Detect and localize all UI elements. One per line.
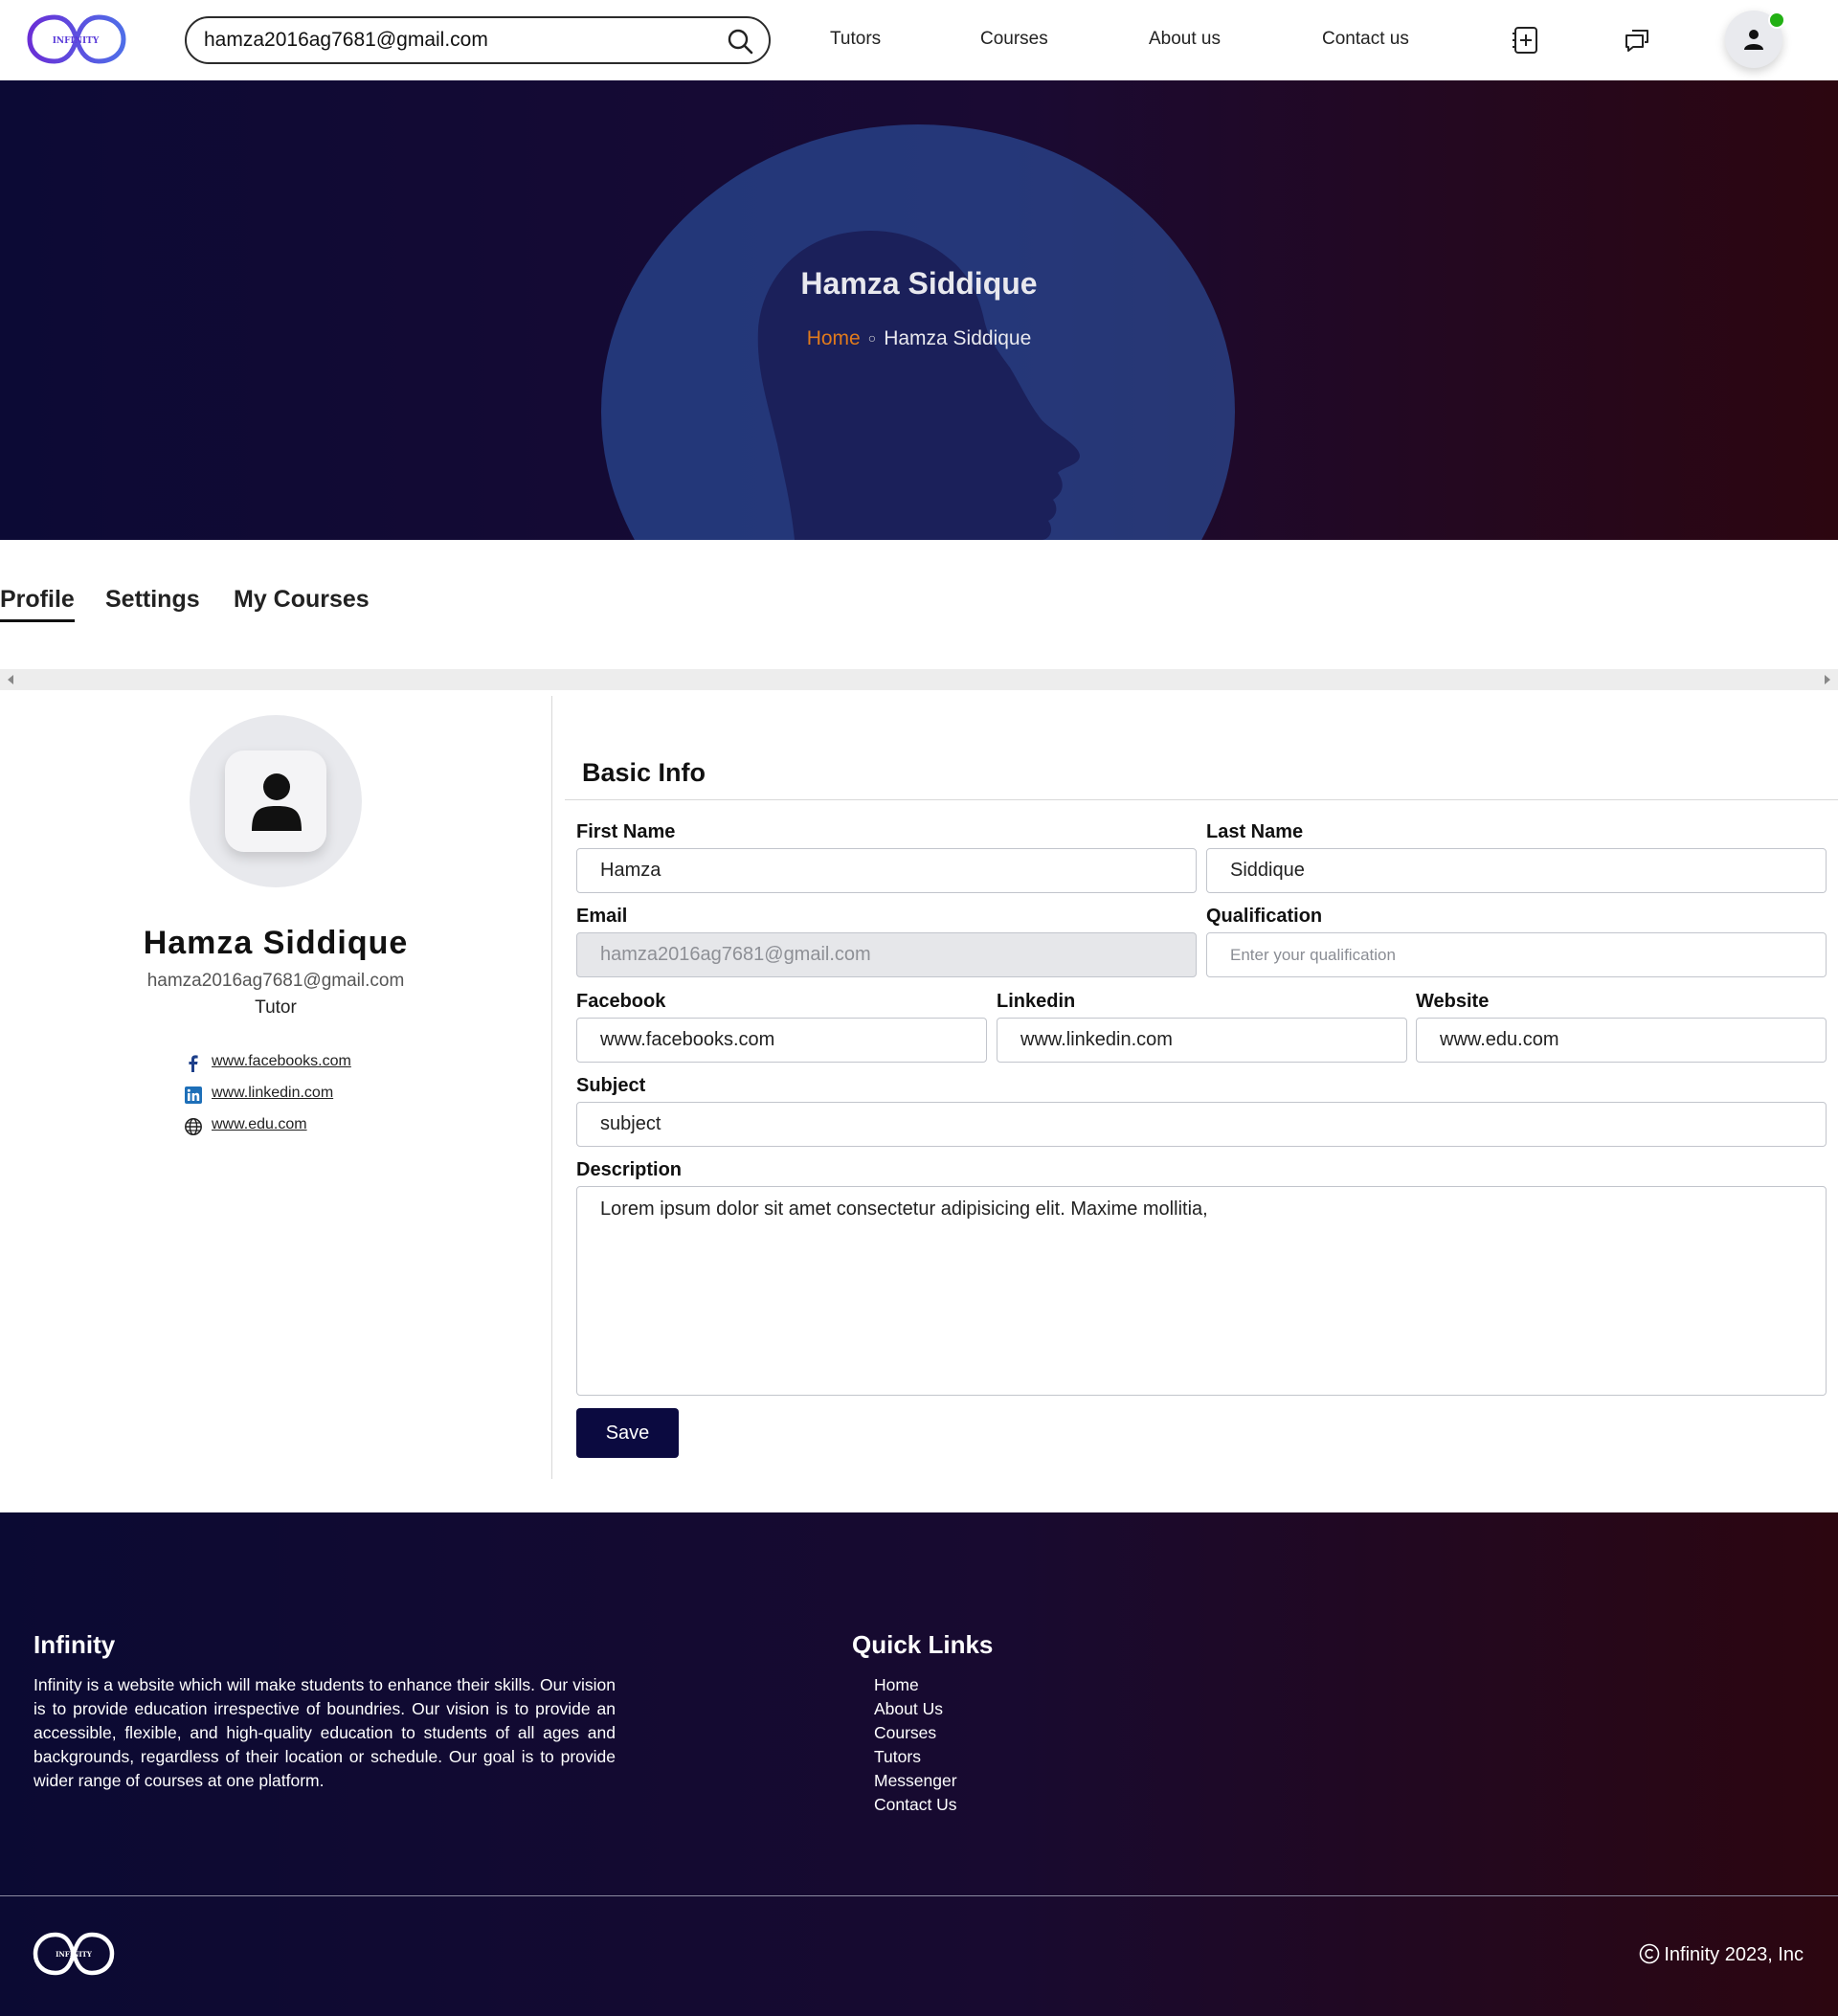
breadcrumb-current: Hamza Siddique: [884, 327, 1032, 349]
profile-role: Tutor: [255, 997, 297, 1018]
add-contact-icon[interactable]: [1511, 25, 1541, 56]
svg-text:INFINITY: INFINITY: [53, 36, 100, 46]
tab-settings[interactable]: Settings: [105, 586, 200, 614]
footer-brand-title: Infinity: [34, 1630, 116, 1659]
nav-tutors-link[interactable]: Tutors: [830, 29, 881, 50]
footer-link-home[interactable]: Home: [874, 1673, 957, 1697]
profile-avatar[interactable]: [190, 715, 362, 887]
copyright-label: Infinity 2023, Inc: [1664, 1944, 1804, 1965]
linkedin-icon: [185, 1086, 202, 1104]
nav-about-link[interactable]: About us: [1149, 29, 1221, 50]
footer-divider: [0, 1895, 1838, 1896]
quick-links-title: Quick Links: [852, 1630, 994, 1659]
profile-email: hamza2016ag7681@gmail.com: [146, 971, 405, 991]
globe-icon: [185, 1118, 202, 1135]
last-name-label: Last Name: [1206, 821, 1304, 842]
site-footer: Infinity Infinity is a website which wil…: [0, 1512, 1838, 2016]
copyright-text: Infinity 2023, Inc: [1639, 1943, 1804, 1966]
hero-title: Hamza Siddique: [800, 266, 1038, 301]
website-link[interactable]: www.edu.com: [212, 1116, 307, 1133]
tab-profile[interactable]: Profile: [0, 586, 75, 622]
scroll-left-arrow-icon[interactable]: [8, 675, 13, 684]
footer-link-about[interactable]: About Us: [874, 1697, 957, 1721]
last-name-field[interactable]: [1206, 848, 1827, 893]
email-field: [576, 932, 1197, 977]
first-name-label: First Name: [576, 821, 676, 842]
qualification-label: Qualification: [1206, 906, 1323, 927]
description-label: Description: [576, 1159, 683, 1180]
top-navbar: INFINITY Tutors Courses About us Contact…: [0, 0, 1838, 80]
linkedin-link[interactable]: www.linkedin.com: [212, 1085, 333, 1102]
profile-name: Hamza Siddique: [143, 925, 409, 961]
basic-info-title: Basic Info: [582, 758, 706, 787]
linkedin-label: Linkedin: [997, 991, 1076, 1012]
breadcrumb-separator: ○: [867, 330, 877, 346]
footer-link-messenger[interactable]: Messenger: [874, 1769, 957, 1793]
online-status-dot: [1768, 11, 1785, 29]
linkedin-field[interactable]: [997, 1018, 1407, 1063]
qualification-field[interactable]: [1206, 932, 1827, 977]
description-field[interactable]: Lorem ipsum dolor sit amet consectetur a…: [576, 1186, 1827, 1396]
subject-label: Subject: [576, 1075, 646, 1096]
quick-links-list: Home About Us Courses Tutors Messenger C…: [874, 1673, 957, 1817]
email-label: Email: [576, 906, 628, 927]
footer-description: Infinity is a website which will make st…: [34, 1675, 616, 1790]
nav-courses-link[interactable]: Courses: [980, 29, 1048, 50]
search-input[interactable]: [204, 26, 702, 55]
facebook-icon: [189, 1055, 198, 1072]
nav-contact-link[interactable]: Contact us: [1322, 29, 1409, 50]
profile-avatar-card: [225, 750, 326, 852]
search-icon[interactable]: [727, 28, 753, 55]
column-divider: [551, 696, 552, 1479]
facebook-field[interactable]: [576, 1018, 987, 1063]
chat-icon[interactable]: [1622, 25, 1652, 56]
user-icon: [252, 773, 302, 831]
website-label: Website: [1416, 991, 1490, 1012]
tab-my-courses[interactable]: My Courses: [234, 586, 370, 614]
svg-text:INFINITY: INFINITY: [56, 1950, 93, 1959]
scroll-right-arrow-icon[interactable]: [1825, 675, 1830, 684]
breadcrumb-home-link[interactable]: Home: [807, 327, 861, 349]
user-icon: [1744, 30, 1763, 50]
subject-field[interactable]: [576, 1102, 1827, 1147]
basic-info-divider: [565, 799, 1838, 800]
infinity-logo[interactable]: INFINITY: [26, 11, 127, 67]
breadcrumb: Home ○ Hamza Siddique: [0, 327, 1838, 350]
facebook-link[interactable]: www.facebooks.com: [212, 1053, 351, 1070]
silhouette-image: [757, 231, 1080, 540]
footer-infinity-logo[interactable]: INFINITY: [33, 1930, 115, 1978]
facebook-label: Facebook: [576, 991, 666, 1012]
footer-link-tutors[interactable]: Tutors: [874, 1745, 957, 1769]
first-name-field[interactable]: [576, 848, 1197, 893]
copyright-icon: [1640, 1943, 1660, 1964]
search-bar: [185, 16, 771, 64]
footer-link-courses[interactable]: Courses: [874, 1721, 957, 1745]
horizontal-scrollbar[interactable]: [0, 669, 1838, 690]
save-button[interactable]: Save: [576, 1408, 679, 1458]
footer-link-contact[interactable]: Contact Us: [874, 1793, 957, 1817]
hero-banner: Hamza Siddique Home ○ Hamza Siddique: [0, 80, 1838, 540]
website-field[interactable]: [1416, 1018, 1827, 1063]
